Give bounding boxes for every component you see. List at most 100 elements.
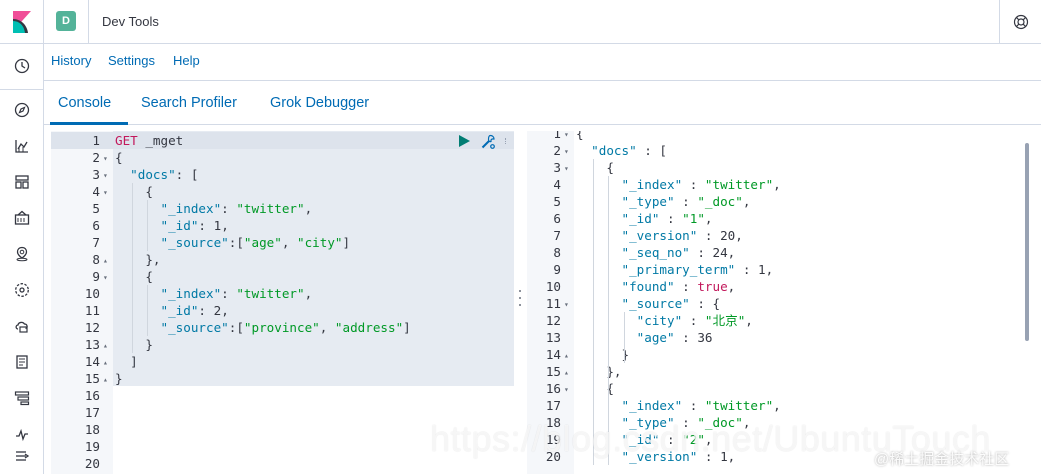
fold-toggle-icon[interactable]: ▾	[564, 160, 569, 177]
fold-toggle-icon[interactable]: ▾	[103, 167, 108, 184]
code-token: : [	[636, 143, 668, 158]
dashboard-icon[interactable]	[12, 172, 32, 192]
maps-icon[interactable]	[12, 244, 32, 264]
line-number: 19	[84, 439, 100, 454]
code-token: "twitter"	[704, 177, 774, 192]
code-token: : [	[175, 167, 199, 182]
code-text: "_id" : "1",	[576, 210, 713, 227]
line-number: 4	[92, 184, 100, 199]
code-text: GET _mget	[115, 132, 183, 149]
fold-toggle-icon[interactable]: ▴	[103, 252, 108, 269]
uptime-icon[interactable]	[12, 424, 32, 444]
code-token: _mget	[145, 133, 184, 148]
code-token: "_doc"	[697, 194, 743, 209]
code-text: "_index" : "twitter",	[576, 176, 781, 193]
code-text: "_index" : "twitter",	[576, 397, 781, 414]
code-token: :	[221, 286, 237, 301]
code-token: {	[115, 184, 153, 199]
line-number: 13	[84, 337, 100, 352]
fold-toggle-icon[interactable]: ▾	[564, 296, 569, 313]
fold-toggle-icon[interactable]: ▾	[103, 269, 108, 286]
code-text: "city" : "北京",	[576, 312, 753, 329]
infrastructure-icon[interactable]	[12, 316, 32, 336]
wrench-icon[interactable]	[480, 134, 496, 150]
tab-console[interactable]: Console	[58, 95, 111, 111]
menu-history[interactable]: History	[51, 53, 91, 68]
visualize-icon[interactable]	[12, 136, 32, 156]
code-line: 7 "_version" : 20,	[527, 227, 1034, 244]
code-line: 2 ▾ {	[51, 149, 514, 166]
logs-icon[interactable]	[12, 352, 32, 372]
code-line: 14 ▴ }	[527, 346, 1034, 363]
code-token: :	[659, 211, 683, 226]
code-token: :	[674, 194, 698, 209]
code-token: {	[115, 269, 153, 284]
code-token: GET	[115, 133, 146, 148]
code-token: ,	[735, 228, 743, 243]
discover-icon[interactable]	[12, 100, 32, 120]
code-line: 11 ▾ "_source" : {	[527, 295, 1034, 312]
code-token: ,	[704, 211, 713, 226]
code-line: 16 ▾ {	[527, 380, 1034, 397]
ml-icon[interactable]	[12, 280, 32, 300]
code-text: "_source" : {	[576, 295, 721, 312]
code-token: "found"	[621, 279, 675, 294]
code-token: "address"	[334, 320, 404, 335]
code-token: ,	[745, 313, 753, 328]
code-line: 9 "_primary_term" : 1,	[527, 261, 1034, 278]
fold-toggle-icon[interactable]: ▴	[564, 364, 569, 381]
code-token: "_source"	[621, 296, 690, 311]
tab-grok-debugger[interactable]: Grok Debugger	[270, 95, 369, 111]
fold-toggle-icon[interactable]: ▴	[103, 337, 108, 354]
help-globe-icon	[1013, 14, 1028, 30]
kibana-logo-icon[interactable]	[0, 0, 44, 44]
line-number: 6	[92, 218, 100, 233]
code-line: 5 "_type" : "_doc",	[527, 193, 1034, 210]
response-scrollbar[interactable]	[1025, 143, 1029, 341]
code-text: "_seq_no" : 24,	[576, 244, 736, 261]
line-number: 14	[84, 354, 100, 369]
line-number: 16	[545, 381, 561, 396]
fold-toggle-icon[interactable]: ▾	[564, 143, 569, 160]
code-text: "age" : 36	[576, 329, 713, 346]
code-token: "_seq_no"	[621, 245, 690, 260]
fold-toggle-icon[interactable]: ▾	[103, 150, 108, 167]
help-menu-button[interactable]	[999, 0, 1041, 44]
clock-icon[interactable]	[12, 56, 32, 76]
pane-resizer[interactable]	[517, 290, 523, 306]
tab-search-profiler[interactable]: Search Profiler	[141, 95, 237, 111]
code-token: ,	[304, 286, 313, 301]
code-token: "_id"	[160, 218, 199, 233]
space-avatar[interactable]: D	[56, 11, 76, 31]
actions-overflow[interactable]	[505, 138, 508, 144]
code-token: "city"	[297, 235, 343, 250]
canvas-icon[interactable]	[12, 208, 32, 228]
menu-settings[interactable]: Settings	[108, 53, 155, 68]
code-token: :	[735, 262, 758, 277]
fold-toggle-icon[interactable]: ▾	[564, 381, 569, 398]
apm-icon[interactable]	[12, 388, 32, 408]
fold-toggle-icon[interactable]: ▴	[103, 354, 108, 371]
code-token: :	[674, 279, 698, 294]
dock-toggle-icon[interactable]	[12, 446, 32, 466]
menu-help[interactable]: Help	[173, 53, 200, 68]
line-number: 15	[84, 371, 100, 386]
code-line: 10 "_index": "twitter",	[51, 285, 514, 302]
line-number: 6	[553, 211, 561, 226]
code-text: },	[576, 363, 621, 380]
fold-toggle-icon[interactable]: ▴	[103, 371, 108, 388]
code-text: "_type" : "_doc",	[576, 193, 751, 210]
play-icon[interactable]	[457, 134, 471, 148]
code-text: }	[115, 336, 153, 353]
line-number: 12	[545, 313, 561, 328]
code-line: 9 ▾ {	[51, 268, 514, 285]
fold-toggle-icon[interactable]: ▴	[564, 347, 569, 364]
code-text: {	[115, 183, 153, 200]
code-line: 5 "_index": "twitter",	[51, 200, 514, 217]
fold-toggle-icon[interactable]: ▾	[103, 184, 108, 201]
line-number: 9	[553, 262, 561, 277]
